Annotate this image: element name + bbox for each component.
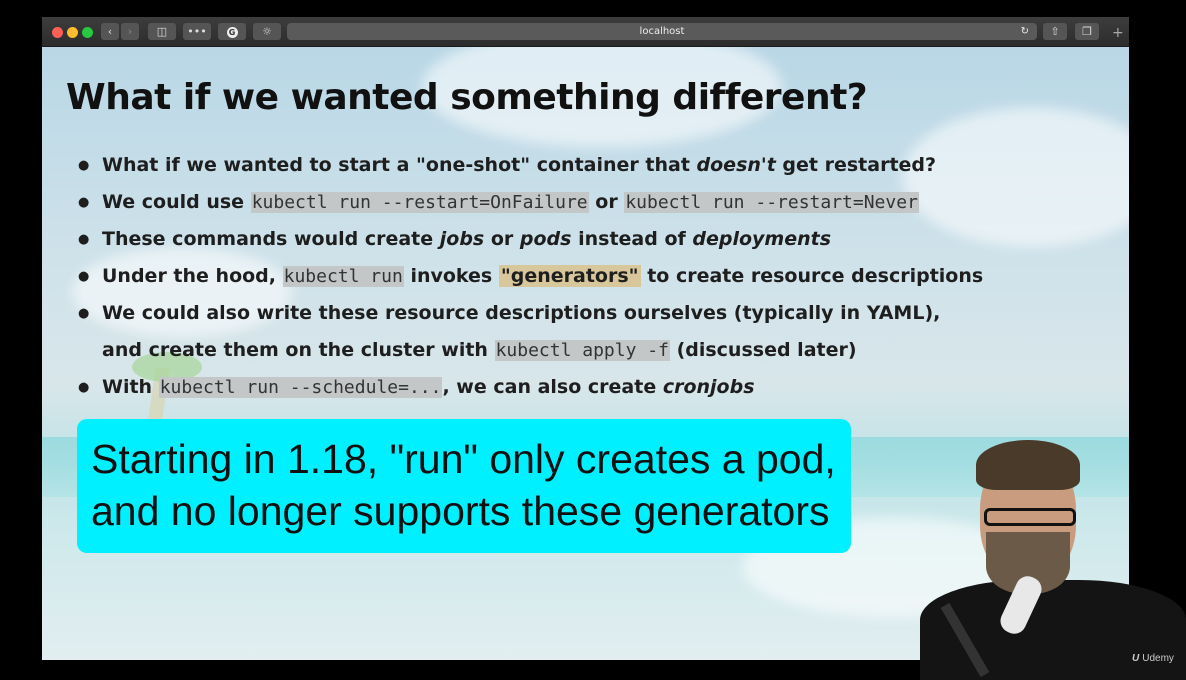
brightness-icon[interactable]: ☼ [253,23,281,40]
slide-title: What if we wanted something different? [66,77,868,118]
presenter-hair [976,440,1080,490]
tabs-icon[interactable]: ❐ [1075,23,1099,40]
address-text: localhost [639,26,685,37]
forward-icon[interactable]: › [121,23,139,40]
bullet-item: We could also write these resource descr… [78,295,1108,369]
bullet-list: What if we wanted to start a "one-shot" … [78,147,1108,406]
code-snippet: kubectl run [282,266,404,287]
browser-toolbar: ‹ › ◫ ••• G ☼ localhost ↻ ⇧ ❐ + [42,17,1129,47]
udemy-logo-icon: U [1132,653,1140,664]
grammarly-icon[interactable]: G [218,23,246,40]
back-icon[interactable]: ‹ [101,23,119,40]
dots-icon[interactable]: ••• [183,23,211,40]
sidebar-icon[interactable]: ◫ [148,23,176,40]
bullet-item: What if we wanted to start a "one-shot" … [78,147,1108,184]
maximize-light[interactable] [82,27,93,38]
code-snippet: kubectl run --schedule=... [158,377,443,398]
bullet-item: These commands would create jobs or pods… [78,221,1108,258]
code-snippet: kubectl run --restart=Never [624,192,919,213]
bullet-item: Under the hood, kubectl run invokes "gen… [78,258,1108,295]
udemy-watermark: U Udemy [1132,653,1174,664]
highlighted-term: "generators" [498,265,641,287]
bullet-item: We could use kubectl run --restart=OnFai… [78,184,1108,221]
bullet-item: With kubectl run --schedule=..., we can … [78,369,1108,406]
callout-line: and no longer supports these generators [91,488,830,534]
address-bar[interactable]: localhost ↻ [287,23,1037,40]
callout-line: Starting in 1.18, "run" only creates a p… [91,436,836,482]
minimize-light[interactable] [67,27,78,38]
share-icon[interactable]: ⇧ [1043,23,1067,40]
new-tab-icon[interactable]: + [1112,25,1124,41]
presenter-glasses [984,508,1076,526]
code-snippet: kubectl apply -f [494,340,670,361]
presenter-video [900,440,1186,680]
code-snippet: kubectl run --restart=OnFailure [250,192,589,213]
callout-text: Starting in 1.18, "run" only creates a p… [91,433,836,537]
callout-box: Starting in 1.18, "run" only creates a p… [77,419,851,553]
reload-icon[interactable]: ↻ [1021,23,1029,40]
close-light[interactable] [52,27,63,38]
